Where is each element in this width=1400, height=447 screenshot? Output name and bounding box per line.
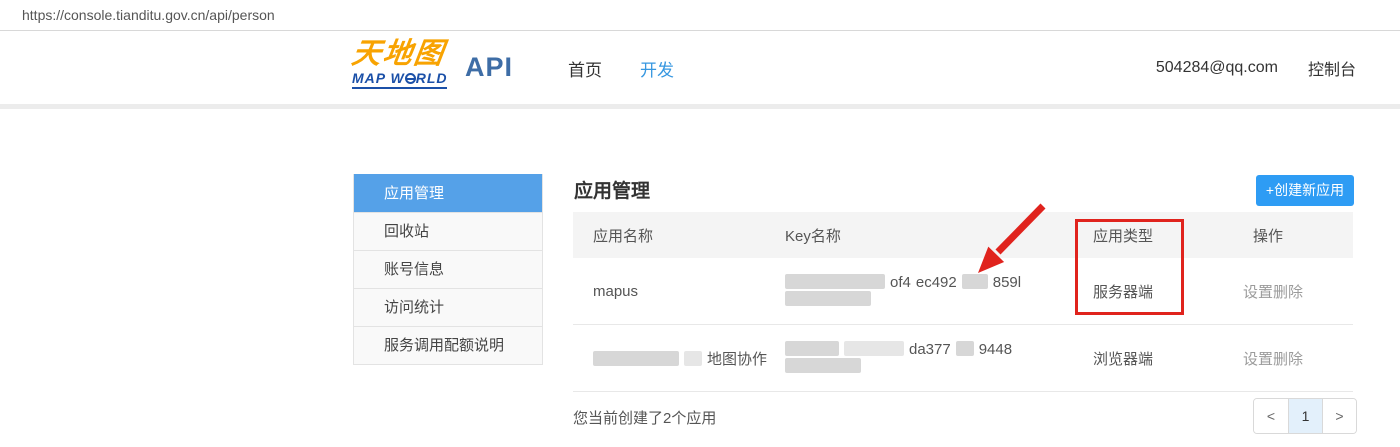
page: https://console.tianditu.gov.cn/api/pers…	[0, 0, 1400, 447]
redacted-blur	[785, 274, 885, 289]
pagination-next-button[interactable]: >	[1322, 399, 1356, 433]
top-nav: 首页 开发	[568, 32, 674, 104]
api-label: API	[465, 52, 513, 83]
redacted-blur	[962, 274, 988, 289]
app-name-cell: 地图协作	[573, 348, 785, 369]
column-header: 操作	[1243, 225, 1353, 246]
app-type-cell: 浏览器端	[1093, 348, 1243, 369]
table-row-0: mapus of4 ec492 859l 服务器端设置删除	[573, 258, 1353, 325]
nav-item-home[interactable]: 首页	[568, 56, 602, 81]
globe-icon	[405, 73, 416, 84]
sidebar-item-4[interactable]: 服务调用配额说明	[354, 326, 542, 364]
column-header: 应用名称	[573, 225, 785, 246]
actions-cell: 设置删除	[1243, 348, 1353, 369]
browser-url-bar[interactable]: https://console.tianditu.gov.cn/api/pers…	[0, 0, 1400, 31]
app-type-cell: 服务器端	[1093, 281, 1243, 302]
console-link[interactable]: 控制台	[1308, 56, 1356, 80]
redacted-blur	[593, 351, 679, 366]
table-row-1: 地图协作 da377 9448 浏览器端设置删除	[573, 325, 1353, 392]
pagination: < 1 >	[1253, 398, 1357, 434]
app-count-note: 您当前创建了2个应用	[573, 407, 716, 428]
account-email[interactable]: 504284@qq.com	[1156, 59, 1278, 77]
sidebar-item-0[interactable]: 应用管理	[354, 174, 542, 212]
redacted-blur	[785, 358, 861, 373]
apps-table: 应用名称Key名称应用类型操作 mapusof4ec492859l服务器端设置删…	[573, 212, 1353, 392]
actions-cell: 设置删除	[1243, 281, 1353, 302]
text-fragment: of4	[890, 274, 911, 291]
text-fragment: 859l	[993, 274, 1021, 291]
logo-english-text: MAP W RLD	[352, 70, 447, 89]
page-title: 应用管理	[574, 176, 650, 203]
table-header-row: 应用名称Key名称应用类型操作	[573, 212, 1353, 258]
key-name-cell: of4 ec492 859l	[785, 274, 1093, 308]
header-divider	[0, 104, 1400, 109]
sidebar-item-2[interactable]: 账号信息	[354, 250, 542, 288]
redacted-blur	[684, 351, 702, 366]
site-header: 天地图 MAP W RLD API 首页 开发 504284@qq.com 控制台	[0, 32, 1400, 104]
settings-link[interactable]: 设置	[1243, 351, 1273, 368]
sidebar-item-3[interactable]: 访问统计	[354, 288, 542, 326]
settings-link[interactable]: 设置	[1243, 284, 1273, 301]
text-fragment: 9448	[979, 341, 1012, 358]
account-area: 504284@qq.com 控制台	[1156, 32, 1356, 104]
logo-chinese-text: 天地图	[350, 38, 464, 70]
redacted-blur	[844, 341, 904, 356]
app-name-cell: mapus	[573, 283, 785, 300]
text-fragment: ec492	[916, 274, 957, 291]
redacted-blur	[785, 291, 871, 306]
redacted-blur	[785, 341, 839, 356]
create-app-button[interactable]: +创建新应用	[1256, 175, 1354, 206]
text-fragment: mapus	[593, 283, 638, 300]
key-name-cell: da377 9448	[785, 341, 1093, 375]
nav-item-dev[interactable]: 开发	[640, 56, 674, 81]
pagination-prev-button[interactable]: <	[1254, 399, 1288, 433]
redacted-blur	[956, 341, 974, 356]
delete-link[interactable]: 删除	[1273, 284, 1303, 301]
url-text[interactable]: https://console.tianditu.gov.cn/api/pers…	[22, 0, 275, 31]
column-header: Key名称	[785, 225, 1093, 246]
logo-en-right: RLD	[416, 70, 448, 86]
sidebar-item-1[interactable]: 回收站	[354, 212, 542, 250]
column-header: 应用类型	[1093, 225, 1243, 246]
delete-link[interactable]: 删除	[1273, 351, 1303, 368]
pagination-page-1[interactable]: 1	[1288, 399, 1322, 433]
text-fragment: da377	[909, 341, 951, 358]
sidebar-menu: 应用管理回收站账号信息访问统计服务调用配额说明	[353, 174, 543, 365]
logo-en-left: MAP W	[352, 70, 405, 86]
text-fragment: 地图协作	[707, 351, 767, 368]
tianditu-logo[interactable]: 天地图 MAP W RLD	[352, 38, 462, 98]
